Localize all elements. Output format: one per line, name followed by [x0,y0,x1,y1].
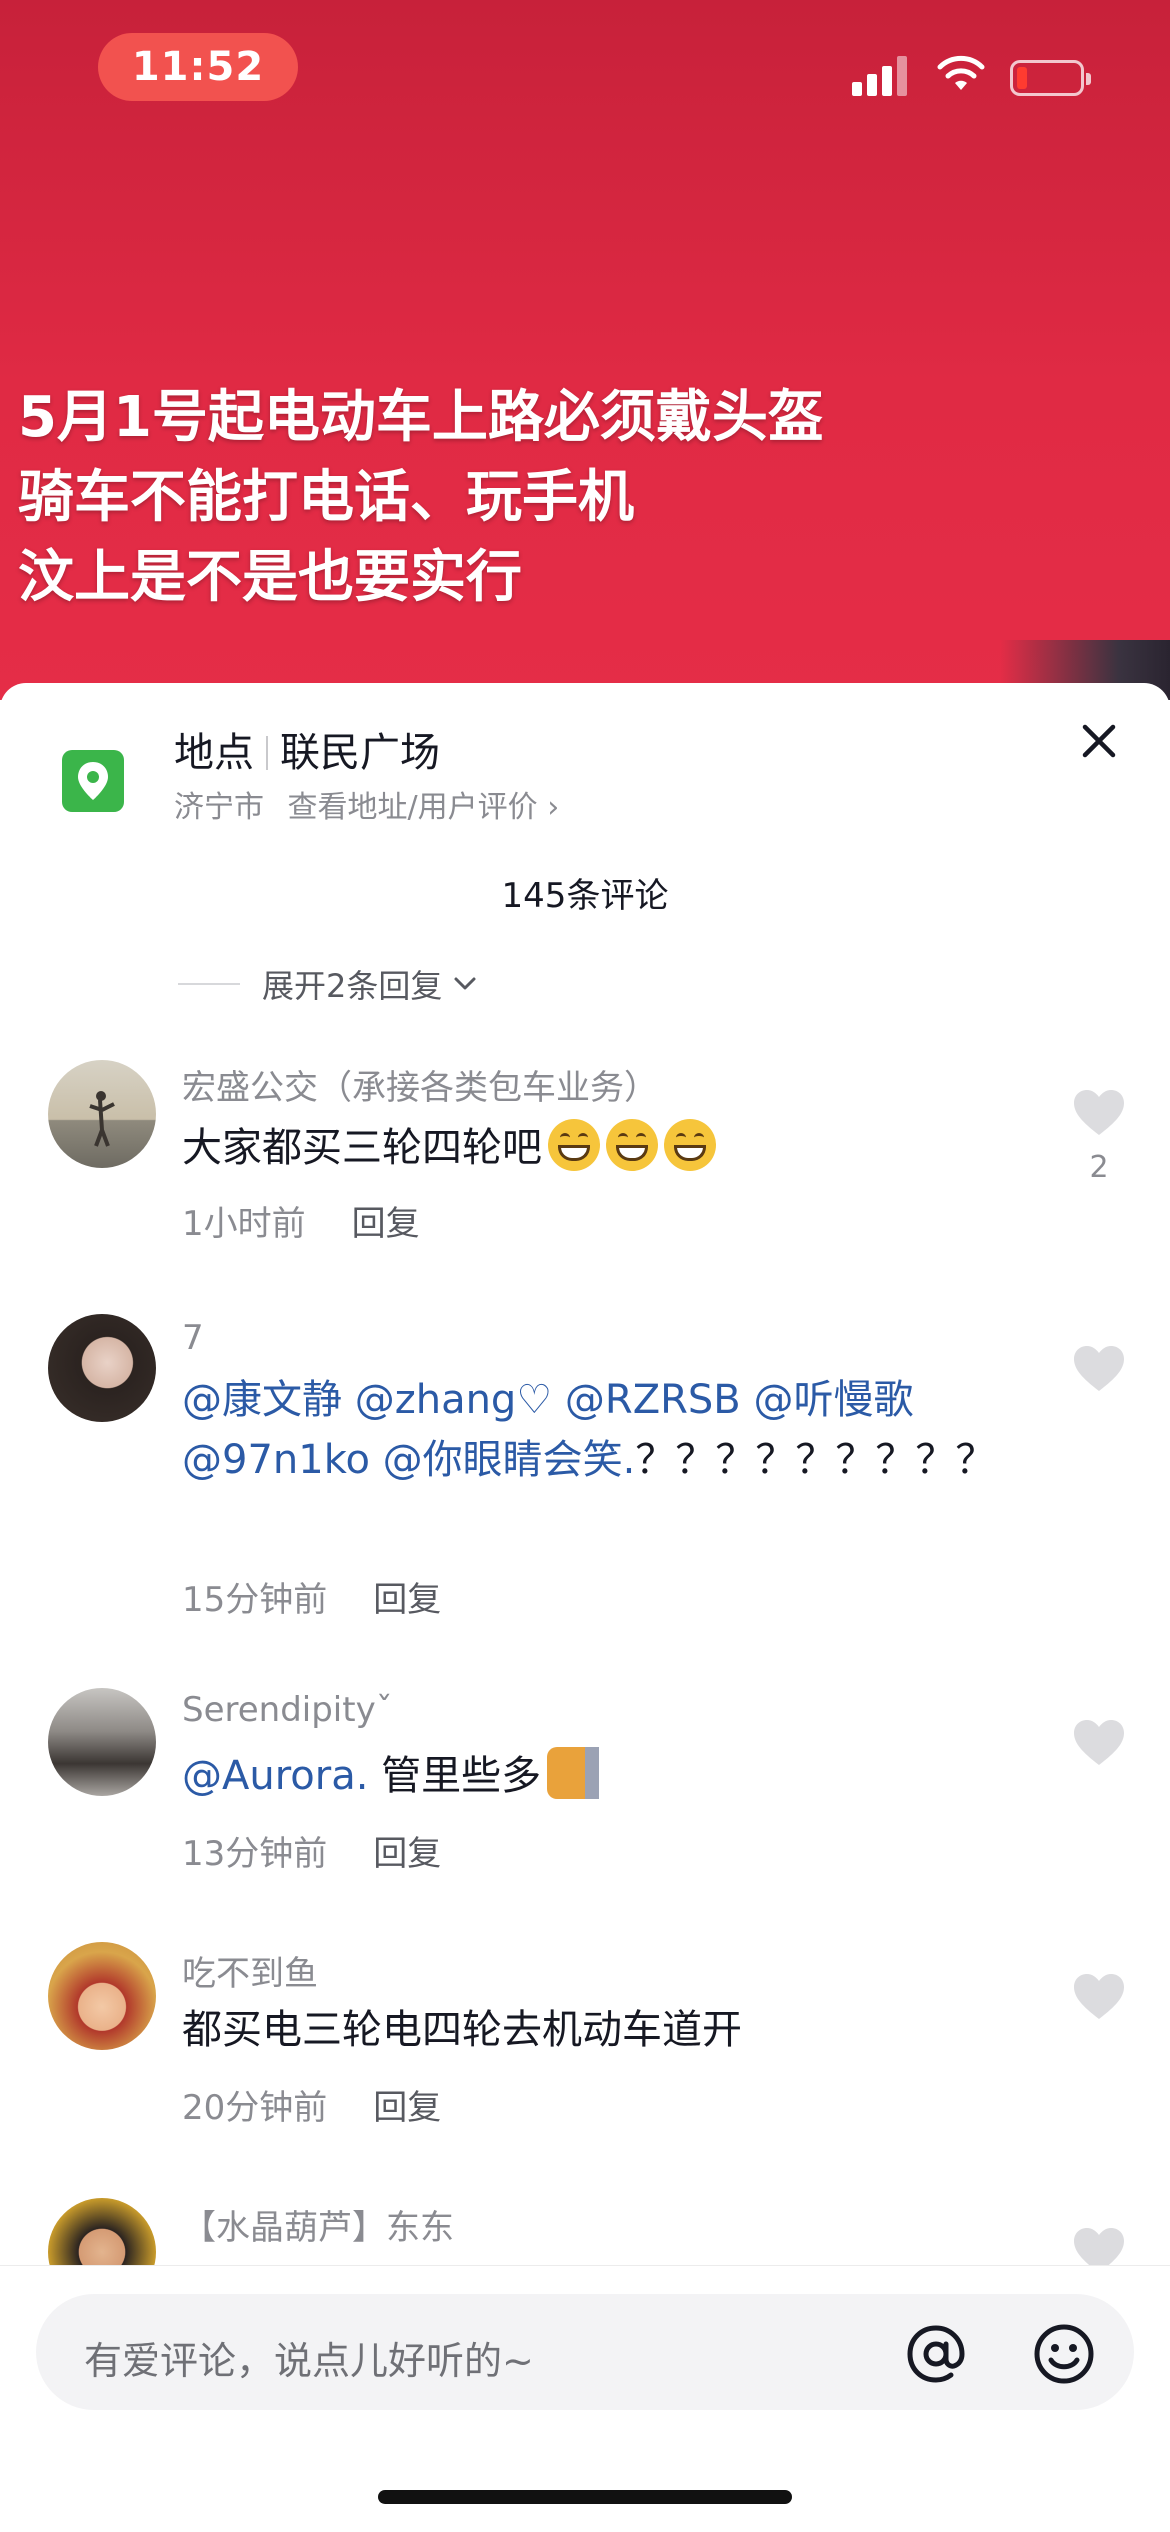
at-icon[interactable] [904,2322,968,2386]
heart-icon[interactable] [1072,1344,1126,1394]
reply-button[interactable]: 回复 [373,2088,441,2128]
mention-link[interactable]: @你眼睛会笑. [383,1437,636,1483]
comment-meta: 20分钟前 回复 [182,2080,441,2129]
mention-link[interactable]: @Aurora. [182,1753,368,1799]
headline-line-3: 汶上是不是也要实行 [18,545,522,610]
expand-replies-button[interactable]: 展开2条回复 [178,962,480,1006]
like-count: 2 [1089,1150,1109,1185]
location-subtitle[interactable]: 济宁市 查看地址/用户评价 › [174,782,559,826]
avatar[interactable] [48,1314,156,1422]
comment-text: @康文静 @zhang♡ @RZRSB @听慢歌 @97n1ko @你眼睛会笑.… [182,1370,1002,1490]
expand-replies-label: 展开2条回复 [262,967,443,1005]
mention-link[interactable]: @zhang♡ [355,1377,552,1423]
mention-link[interactable]: @听慢歌 [753,1377,913,1423]
comment-text: 大家都买三轮四轮吧 [182,1118,982,1178]
location-card[interactable]: 地点 联民广场 济宁市 查看地址/用户评价 › [62,730,1062,840]
heart-icon[interactable] [1072,1088,1126,1138]
comment-input[interactable]: 有爱评论，说点儿好听的~ [36,2294,1134,2410]
comment-text-body: 管里些多 [381,1753,542,1799]
mention-link[interactable]: @97n1ko [182,1437,370,1483]
comment-input-placeholder: 有爱评论，说点儿好听的~ [84,2339,534,2383]
comment-text-body: ？？？？？？？？？ [635,1437,996,1483]
location-label: 地点 [174,730,254,776]
grin-emoji-icon [606,1119,658,1171]
comment-time: 13分钟前 [182,1834,328,1874]
home-indicator[interactable] [378,2490,792,2504]
location-name: 联民广场 [280,730,440,776]
comment-author[interactable]: 宏盛公交（承接各类包车业务） [182,1060,658,1109]
comment-author[interactable]: Serendipityˇ [182,1690,393,1730]
headline-line-1: 5月1号起电动车上路必须戴头盔 [18,385,824,450]
video-headline: 5月1号起电动车上路必须戴头盔 骑车不能打电话、玩手机 汶上是不是也要实行 [18,378,1018,618]
comment-author[interactable]: 【水晶葫芦】东东 [182,2200,454,2249]
mention-link[interactable]: @康文静 [182,1377,342,1423]
reply-button[interactable]: 回复 [352,1204,420,1244]
signal-icon [852,56,908,96]
chevron-down-icon [454,977,476,990]
avatar[interactable] [48,1060,156,1168]
heart-icon[interactable] [1072,1718,1126,1768]
avatar[interactable] [48,1688,156,1796]
location-pin-icon [62,750,124,812]
headline-line-2: 骑车不能打电话、玩手机 [18,465,634,530]
comment-text: @Aurora. 管里些多 [182,1746,982,1806]
comments-count: 145条评论 [501,876,669,916]
location-city: 济宁市 [174,790,264,825]
comment-meta: 1小时前 回复 [182,1196,420,1245]
divider [178,983,240,985]
close-icon[interactable] [1076,718,1122,764]
status-time: 11:52 [98,33,298,101]
status-bar: 11:52 [0,0,1170,140]
reply-button[interactable]: 回复 [373,1834,441,1874]
comment-time: 15分钟前 [182,1580,328,1620]
avatar[interactable] [48,1942,156,2050]
comment-author[interactable]: 7 [182,1318,204,1358]
heart-icon[interactable] [1072,1972,1126,2022]
comment-time: 1小时前 [182,1204,306,1244]
reply-button[interactable]: 回复 [373,1580,441,1620]
location-link[interactable]: 查看地址/用户评价 › [288,790,560,825]
mention-link[interactable]: @RZRSB [565,1377,741,1423]
location-title: 地点 联民广场 [174,720,440,778]
comment-author[interactable]: 吃不到鱼 [182,1946,318,1995]
grin-emoji-icon [548,1119,600,1171]
cat-emoji-icon [547,1747,600,1799]
wifi-icon [937,55,985,90]
comment-text: 都买电三轮电四轮去机动车道开 [182,2007,742,2053]
comment-sheet [0,683,1170,2532]
comment-text-body: 大家都买三轮四轮吧 [182,1125,542,1171]
comment-meta: 13分钟前 回复 [182,1826,441,1875]
comment-meta: 15分钟前 回复 [182,1572,441,1621]
comment-time: 20分钟前 [182,2088,328,2128]
grin-emoji-icon [664,1119,716,1171]
battery-icon [1010,60,1091,96]
smiley-icon[interactable] [1032,2322,1096,2386]
